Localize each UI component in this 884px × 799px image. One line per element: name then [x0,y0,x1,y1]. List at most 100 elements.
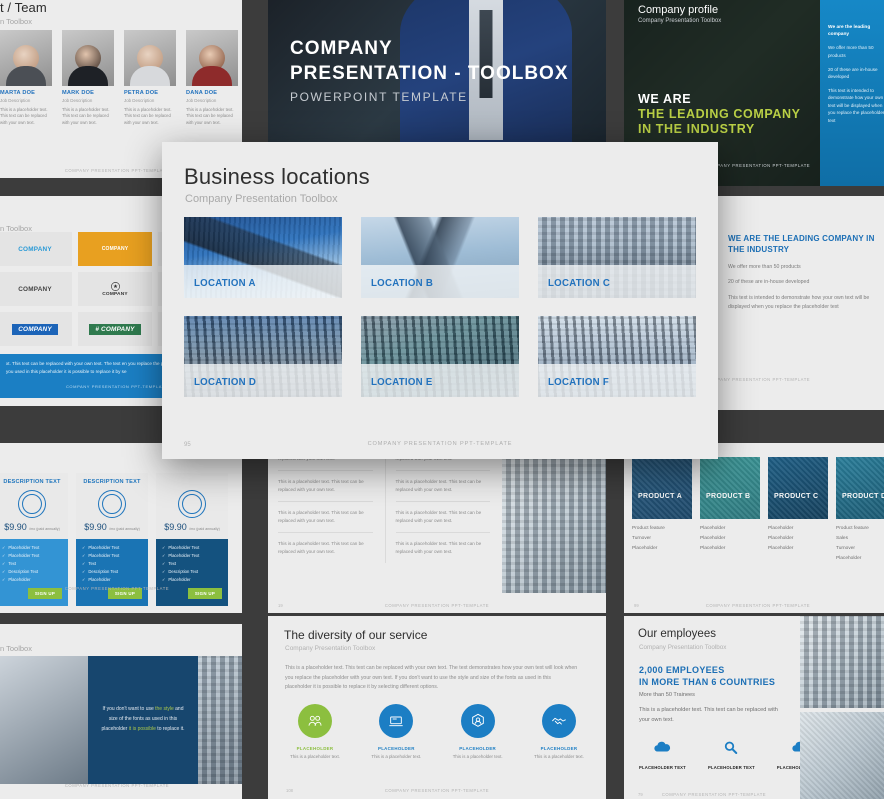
employees-text-2: This is a placeholder text. This text ca… [639,707,778,723]
quote-box: If you don't want to use the style and s… [88,656,198,784]
active-slide-business-locations[interactable]: Business locations Company Presentation … [162,142,718,459]
meeting-photo-bottom [800,712,884,799]
thumbnail-slide-pricing[interactable]: DESCRIPTION TEXT $9.90 /mo (paid annuall… [0,443,242,613]
price-period: /mo (paid annually) [109,527,140,531]
logo-text: COMPANY [12,323,58,335]
title-slide-text: COMPANY PRESENTATION - TOOLBOX POWERPOIN… [290,38,569,104]
product-photo: PRODUCT B [700,457,760,519]
team-member-job: Job Description [124,97,155,103]
product-photo: PRODUCT D [836,457,884,519]
feature-item: Placeholder [768,536,794,542]
diversity-paragraph: This is a placeholder text. This text ca… [285,665,578,691]
feature-item: Product feature [632,526,665,531]
price-value: $9.90 [4,522,27,532]
price-value: $9.90 [84,522,107,532]
people-icon [298,704,332,738]
product-card: PRODUCT B Placeholder Placeholder Placeh… [700,457,760,564]
pricing-features: Placeholder Text Placeholder Text Text D… [0,539,68,606]
team-member-job: Job Description [0,97,31,103]
logo-text: COMPANY [18,285,52,293]
avatar [0,30,52,86]
feature-item: Turnover [632,536,652,542]
location-card[interactable]: LOCATION E [361,316,519,397]
feature-item: Sales [836,536,848,542]
price-period: /mo (paid annually) [189,527,220,531]
logo-text: # COMPANY [89,323,141,335]
diversity-item: PLACEHOLDER This is a placeholder text. [367,704,425,759]
logo-text: COMPANY [101,246,129,252]
location-card[interactable]: LOCATION D [184,316,342,397]
thumbnail-slide-employees[interactable]: Our employees Company Presentation Toolb… [624,616,884,799]
employees-icon-label: PLACEHOLDER TEXT [639,765,686,770]
thumbnail-slide-text-columns[interactable]: replaced with your own text. This is a p… [268,443,606,613]
profile-headline-2: THE LEADING COMPANY [638,107,801,121]
cloud-icon [654,741,671,752]
feature-item: Placeholder Text [162,544,222,552]
page-subtitle: Company Presentation Toolbox [185,193,338,205]
location-card[interactable]: LOCATION A [184,217,342,298]
quote-part-1: If you don't want to use [102,706,156,713]
meeting-photo-top [800,616,884,708]
profile-side-panel: We are the leading company We offer more… [820,0,884,186]
feature-item: Turnover [836,546,856,552]
team-member: MARK DOE Job Description This is a place… [62,30,114,126]
slide-footer: COMPANY PRESENTATION PPT-TEMPLATE [64,783,170,788]
text-columns: replaced with your own text. This is a p… [278,455,490,564]
diversity-label: PLACEHOLDER [459,746,497,751]
slide-gallery-canvas: t / Team n Toolbox MARTA DOE Job Descrip… [0,0,884,799]
location-card[interactable]: LOCATION C [538,217,696,298]
logo-cell: # COMPANY [78,312,152,346]
slide-footer: COMPANY PRESENTATION PPT-TEMPLATE [367,441,513,447]
location-label: LOCATION B [371,277,434,289]
feature-item: Placeholder [768,546,794,552]
pricing-features: Placeholder Text Placeholder Text Text D… [76,539,148,606]
price-period: /mo (paid annually) [29,527,60,531]
team-member-name: DANA DOE [186,90,218,96]
thumbnail-slide-products[interactable]: PRODUCT A Product feature Turnover Place… [624,443,884,613]
diversity-text: This is a placeholder text. [534,754,584,759]
feature-item: Placeholder [2,576,62,584]
pricing-header: DESCRIPTION TEXT $9.90 /mo (paid annuall… [156,473,228,539]
panel-text-3: This text is intended to demonstrate how… [828,87,884,123]
location-card[interactable]: LOCATION F [538,316,696,397]
pricing-header: DESCRIPTION TEXT $9.90 /mo (paid annuall… [76,473,148,539]
avatar [124,30,176,86]
user-badge-icon [460,704,495,738]
product-features: Product feature Turnover Placeholder [632,524,692,554]
feature-item: Placeholder [632,546,658,552]
slide-footer: COMPANY PRESENTATION PPT-TEMPLATE [705,603,811,608]
pricing-features: Placeholder Text Placeholder Text Text D… [156,539,228,606]
laptop-icon [379,704,414,738]
text-column-left: replaced with your own text. This is a p… [278,455,373,563]
thumbnail-slide-quote[interactable]: n Toolbox If you don't want to use the s… [0,624,242,799]
logo-cell: COMPANY [78,272,152,306]
logo-text: COMPANY [102,292,128,297]
quote-subtitle: n Toolbox [0,644,32,653]
feature-item: Placeholder Text [162,552,222,560]
feature-item: Placeholder Text [2,552,62,560]
team-member-desc: This is a placeholder text. This text ca… [124,106,172,125]
price-amount: $9.90 /mo (paid annually) [0,522,68,532]
ship-icon [178,490,206,518]
logo-cell: COMPANY [0,312,72,346]
team-member-name: PETRA DOE [124,90,159,96]
employees-headline-1: 2,000 EMPLOYEES [639,665,725,675]
feature-item: Placeholder [700,526,726,531]
thumbnail-slide-diversity[interactable]: The diversity of our service Company Pre… [268,616,606,799]
location-label: LOCATION C [548,277,611,289]
feature-item: Text [162,560,222,568]
logo-cell: COMPANY [0,272,72,306]
employees-text-1: More than 50 Trainees [639,692,695,698]
product-name: PRODUCT B [706,493,751,500]
location-label: LOCATION E [371,376,433,388]
diversity-label: PLACEHOLDER [540,746,578,751]
team-member: DANA DOE Job Description This is a place… [186,30,238,126]
employees-subtitle: Company Presentation Toolbox [639,644,727,651]
location-card[interactable]: LOCATION B [361,217,519,298]
leading-heading: WE ARE THE LEADING COMPANY IN THE INDUST… [728,234,875,254]
profile-subtitle: Company Presentation Toolbox [638,18,722,24]
feature-item: Description Text [82,568,142,576]
boat-icon [18,490,46,518]
list-item: This is a placeholder text. This text ca… [395,541,482,555]
location-label: LOCATION F [548,376,610,388]
